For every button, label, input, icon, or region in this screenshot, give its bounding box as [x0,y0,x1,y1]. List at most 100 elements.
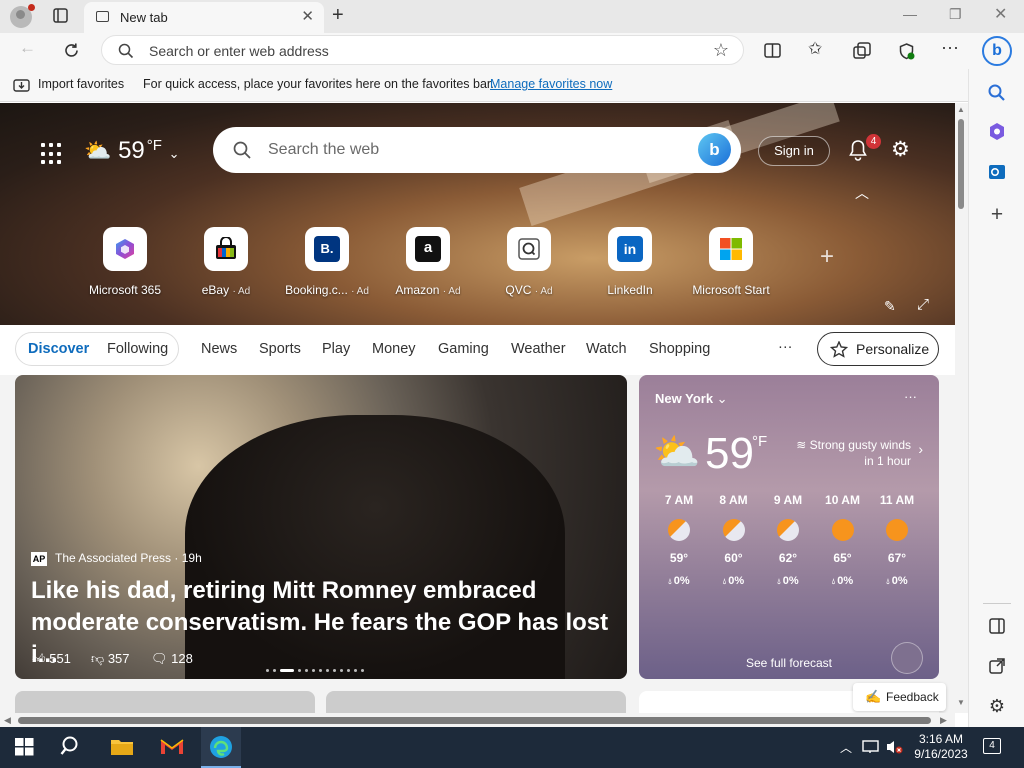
hourly-forecast-item[interactable]: 7 AM 59° 💧︎ 0% [653,493,705,633]
restore-icon[interactable]: ❐ [949,6,962,23]
tab-discover[interactable]: Discover [28,341,89,357]
ebay-icon [204,227,248,271]
hero-weather[interactable]: ⛅ 59 °F ⌄ [84,137,180,165]
profile-avatar[interactable] [10,4,35,28]
close-tab-icon[interactable]: ✕ [301,7,314,25]
weather-location[interactable]: New York ⌄ [655,391,728,407]
hourly-precip: 💧︎ 0% [653,575,705,587]
taskbar-edge-active[interactable] [201,727,241,768]
personalize-button[interactable]: Personalize [817,332,939,366]
personalize-sparkle-icon [830,341,848,358]
gmail-icon[interactable] [159,735,185,759]
new-tab-plus-icon[interactable]: + [332,4,344,27]
hourly-forecast-item[interactable]: 10 AM 65° 💧︎ 0% [817,493,869,633]
minimize-icon[interactable]: — [903,6,917,22]
hero-temperature-unit: °F [146,137,162,154]
import-favorites-button[interactable]: Import favorites [38,77,124,91]
taskbar-time: 3:16 AM [918,732,964,746]
bing-copilot-icon[interactable]: b [982,36,1012,66]
expand-icon[interactable]: ⤢ [917,296,929,313]
scroll-down-icon[interactable]: ▼ [957,698,965,707]
windows-start-icon[interactable] [14,735,34,759]
hourly-forecast-item[interactable]: 9 AM 62° 💧︎ 0% [762,493,814,633]
address-bar[interactable]: Search or enter web address ☆ [101,35,744,65]
nav-item-money[interactable]: Money [372,341,416,357]
sidebar-search-icon[interactable] [985,81,1009,105]
carousel-dots[interactable] [266,659,368,672]
weather-alert[interactable]: ≋ Strong gusty winds in 1 hour [787,437,911,469]
chevron-down-icon: ⌄ [716,391,728,406]
nav-item-shopping[interactable]: Shopping [649,341,710,357]
sidebar-copilot-icon[interactable] [985,120,1009,144]
vertical-scrollbar[interactable]: ▲ ▼ [955,103,968,713]
hourly-forecast-item[interactable]: 11 AM 67° 💧︎ 0% [871,493,923,633]
feedback-button[interactable]: ✍ Feedback [853,683,946,711]
sidebar-outlook-icon[interactable] [985,160,1009,184]
like-button[interactable]: 👍︎ 551 [32,651,71,667]
split-screen-icon[interactable] [764,42,781,59]
nav-item-sports[interactable]: Sports [259,341,301,357]
settings-gear-icon[interactable]: ⚙ [891,137,910,162]
favorites-icon[interactable]: ✩ [808,39,822,59]
weather-map-icon[interactable] [891,642,923,674]
comments-button[interactable]: 🗨︎ 128 [151,651,193,667]
quick-link-microsoft-365[interactable]: Microsoft 365 [75,227,175,297]
hourly-forecast-item[interactable]: 8 AM 60° 💧︎ 0% [708,493,760,633]
sidebar-panel-toggle-icon[interactable] [985,614,1009,638]
sign-in-button[interactable]: Sign in [758,136,830,166]
back-arrow-icon[interactable]: ← [19,38,36,58]
vertical-scroll-thumb[interactable] [958,119,964,209]
sidebar-add-icon[interactable]: + [985,203,1009,227]
nav-item-gaming[interactable]: Gaming [438,341,489,357]
bing-search-icon[interactable]: b [698,133,731,166]
web-search-box[interactable]: Search the web b [213,127,741,173]
manage-favorites-link[interactable]: Manage favorites now [490,77,612,91]
weather-more-icon[interactable]: ··· [904,389,917,404]
taskbar-clock[interactable]: 3:16 AM 9/16/2023 [913,732,969,762]
scroll-left-icon[interactable]: ◀ [4,715,11,726]
nav-item-play[interactable]: Play [322,341,350,357]
add-quick-link-plus-icon[interactable]: + [820,243,834,271]
window-close-icon[interactable]: ✕ [994,4,1007,24]
weather-card[interactable]: New York ⌄ ··· ⛅ 59 °F ≋ Strong gusty wi… [639,375,939,679]
taskbar-search-icon[interactable] [60,735,84,759]
scroll-up-icon[interactable]: ▲ [957,105,965,114]
action-center-icon[interactable]: 4 [983,738,1001,754]
quick-link-qvc[interactable]: QVC · Ad [479,227,579,297]
edit-background-icon[interactable]: ✎ [884,298,896,315]
quick-link-ebay[interactable]: eBay · Ad [176,227,276,297]
sidebar-external-link-icon[interactable] [985,654,1009,678]
tab-following[interactable]: Following [107,341,168,357]
more-menu-icon[interactable]: ··· [941,37,959,58]
apps-grid-icon[interactable] [41,143,63,165]
tab-new-tab[interactable]: New tab ✕ [84,2,324,33]
horizontal-scroll-thumb[interactable] [18,717,931,724]
tab-actions-icon[interactable] [53,8,68,23]
browser-essentials-icon[interactable] [897,42,916,61]
toolbar: ← Search or enter web address ☆ ✩ ··· b [0,33,1024,69]
favorite-star-icon[interactable]: ☆ [713,40,729,61]
network-icon[interactable] [862,740,879,754]
nav-item-watch[interactable]: Watch [586,341,627,357]
nav-item-weather[interactable]: Weather [511,341,566,357]
show-hidden-icons-chevron-icon[interactable]: ︿ [840,739,852,756]
horizontal-scrollbar[interactable]: ◀ ▶ [0,713,955,727]
collections-icon[interactable] [853,42,871,60]
news-card[interactable]: AP The Associated Press · 19h Like his da… [15,375,627,679]
chevron-right-icon[interactable]: › [918,441,923,457]
collapse-chevron-up-icon[interactable]: ︿ [855,183,869,203]
profile-alert-dot [28,4,35,11]
quick-link-amazon[interactable]: a Amazon · Ad [378,227,478,297]
refresh-icon[interactable] [63,42,80,59]
quick-link-microsoft-start[interactable]: Microsoft Start [681,227,781,297]
scroll-right-icon[interactable]: ▶ [940,715,947,726]
volume-muted-icon[interactable] [885,739,903,755]
quick-link-booking[interactable]: B. Booking.c... · Ad [277,227,377,297]
dislike-button[interactable]: 👎︎ 357 [91,651,130,667]
notifications-bell-icon[interactable] [848,139,868,161]
nav-more-button[interactable]: ··· [778,339,793,355]
file-explorer-icon[interactable] [110,735,134,759]
nav-item-news[interactable]: News [201,341,237,357]
quick-link-linkedin[interactable]: in LinkedIn [580,227,680,297]
sidebar-settings-icon[interactable]: ⚙ [985,694,1009,718]
